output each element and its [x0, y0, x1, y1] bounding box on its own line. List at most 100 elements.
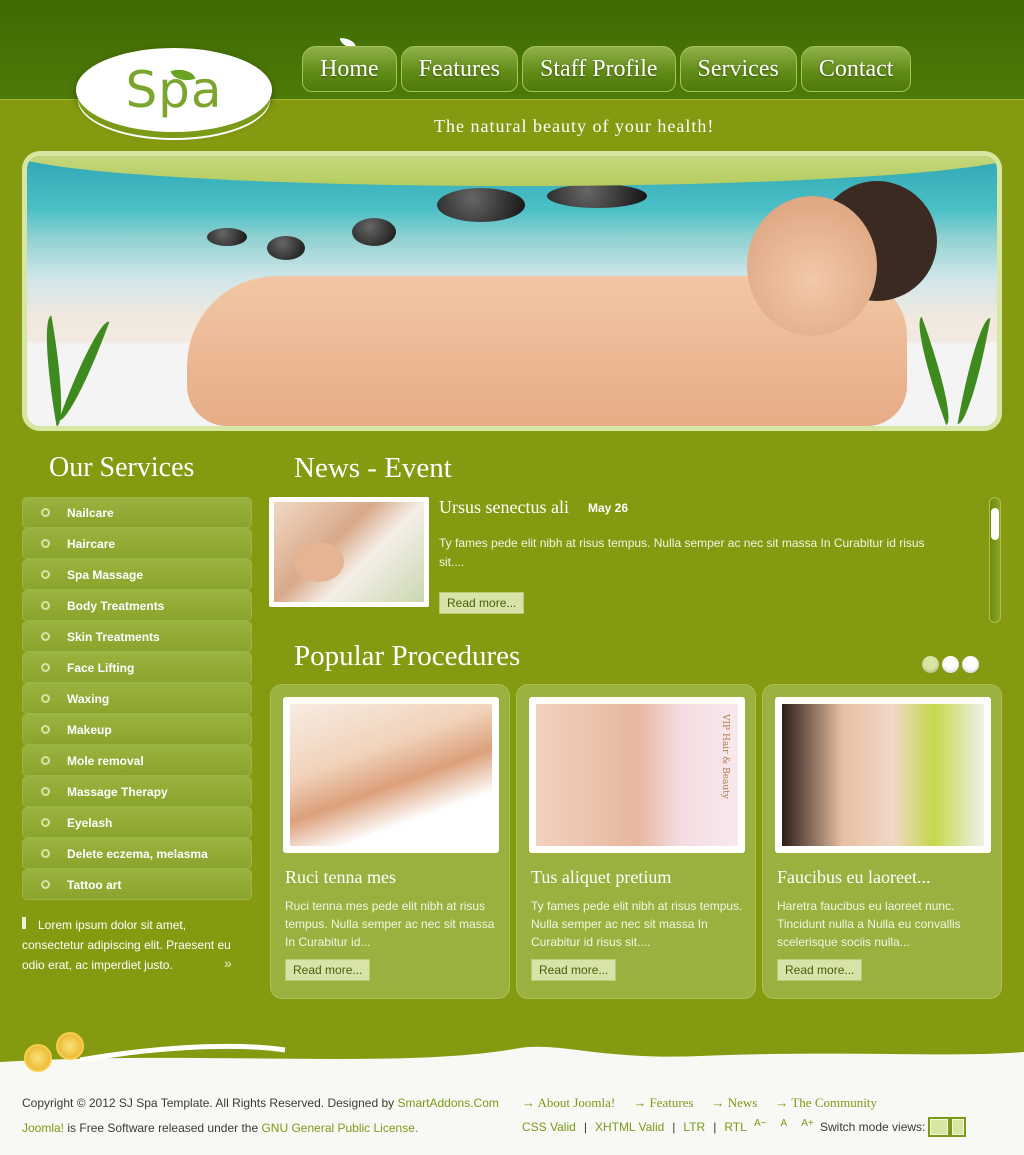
double-chevron-right-icon[interactable]: »	[224, 955, 232, 971]
site-logo[interactable]: Spa	[76, 48, 272, 132]
footer-link-news[interactable]: → News	[711, 1095, 757, 1111]
service-label: Skin Treatments	[67, 629, 160, 644]
bullet-icon	[41, 694, 50, 703]
news-thumbnail-face	[294, 542, 344, 582]
service-item-mole-removal[interactable]: Mole removal	[22, 745, 252, 776]
procedure-card: Faucibus eu laoreet... Haretra faucibus …	[762, 684, 1002, 999]
main-nav: Home Features Staff Profile Services Con…	[302, 46, 912, 92]
service-item-waxing[interactable]: Waxing	[22, 683, 252, 714]
separator: |	[583, 1120, 587, 1134]
banner-figure-head	[747, 196, 877, 336]
gnu-license-link[interactable]: GNU General Public License.	[261, 1121, 418, 1135]
sidebar-quote-text: Lorem ipsum dolor sit amet, consectetur …	[22, 918, 231, 972]
footer-link-label: News	[727, 1095, 758, 1110]
service-item-haircare[interactable]: Haircare	[22, 528, 252, 559]
news-read-more-button[interactable]: Read more...	[439, 592, 525, 614]
news-thumbnail[interactable]	[269, 497, 429, 607]
rtl-link[interactable]: RTL	[724, 1120, 746, 1134]
procedure-title[interactable]: Tus aliquet pretium	[531, 867, 671, 888]
bullet-icon	[41, 601, 50, 610]
procedure-read-more-button[interactable]: Read more...	[285, 959, 371, 981]
footer-link-label: About Joomla!	[537, 1095, 616, 1110]
hot-stone	[352, 218, 396, 246]
footer-link-label: Features	[649, 1095, 694, 1110]
procedure-image-caption: VIP Hair & Beauty	[720, 714, 730, 799]
font-reset-button[interactable]: A	[781, 1118, 788, 1129]
footer-link-features[interactable]: → Features	[633, 1095, 693, 1111]
footer-links: → About Joomla! → Features → News → The …	[522, 1095, 877, 1111]
procedure-read-more-button[interactable]: Read more...	[777, 959, 863, 981]
font-decrease-button[interactable]: A−	[754, 1118, 767, 1129]
footer-link-about-joomla[interactable]: → About Joomla!	[522, 1095, 615, 1111]
service-label: Massage Therapy	[67, 784, 168, 799]
service-item-makeup[interactable]: Makeup	[22, 714, 252, 745]
nav-item-home[interactable]: Home	[302, 46, 397, 92]
rose-flower	[56, 1032, 84, 1060]
procedure-title[interactable]: Faucibus eu laoreet...	[777, 867, 930, 888]
service-label: Face Lifting	[67, 660, 135, 675]
bullet-icon	[41, 508, 50, 517]
nav-item-staff-profile[interactable]: Staff Profile	[521, 46, 676, 92]
hot-stone	[547, 184, 647, 208]
switch-mode-buttons	[928, 1117, 966, 1137]
nav-item-features[interactable]: Features	[400, 46, 518, 92]
css-valid-link[interactable]: CSS Valid	[522, 1120, 576, 1134]
procedure-title[interactable]: Ruci tenna mes	[285, 867, 396, 888]
procedure-image[interactable]: VIP Hair & Beauty	[529, 697, 745, 853]
nav-item-contact[interactable]: Contact	[800, 46, 912, 92]
news-scrollbar[interactable]	[989, 497, 1001, 623]
quote-icon	[22, 917, 32, 929]
footer-link-label: The Community	[791, 1095, 877, 1110]
service-item-spa-massage[interactable]: Spa Massage	[22, 559, 252, 590]
service-label: Waxing	[67, 691, 110, 706]
popular-title: Popular Procedures	[294, 640, 521, 672]
service-item-face-lifting[interactable]: Face Lifting	[22, 652, 252, 683]
mobile-view-icon[interactable]	[952, 1119, 964, 1135]
pager-dot[interactable]	[922, 656, 939, 673]
hot-stone	[207, 228, 247, 246]
service-item-nailcare[interactable]: Nailcare	[22, 497, 252, 528]
hero-banner	[22, 151, 1002, 431]
service-item-body-treatments[interactable]: Body Treatments	[22, 590, 252, 621]
font-increase-button[interactable]: A+	[801, 1118, 814, 1129]
designer-link[interactable]: SmartAddons.Com	[398, 1096, 499, 1110]
pager-dot[interactable]	[942, 656, 959, 673]
bullet-icon	[41, 787, 50, 796]
service-item-delete-eczema[interactable]: Delete eczema, melasma	[22, 838, 252, 869]
service-label: Haircare	[67, 536, 116, 551]
news-date: May 26	[588, 501, 629, 515]
procedure-image-content: VIP Hair & Beauty	[536, 704, 738, 846]
license-middle: is Free Software released under the	[64, 1121, 262, 1135]
pager-dot[interactable]	[962, 656, 979, 673]
procedure-read-more-button[interactable]: Read more...	[531, 959, 617, 981]
font-sizer: A− A A+	[754, 1118, 814, 1129]
service-label: Nailcare	[67, 505, 114, 520]
service-item-massage-therapy[interactable]: Massage Therapy	[22, 776, 252, 807]
xhtml-valid-link[interactable]: XHTML Valid	[595, 1120, 664, 1134]
procedure-image[interactable]	[283, 697, 499, 853]
news-headline[interactable]: Ursus senectus ali	[439, 497, 569, 518]
switch-mode-label: Switch mode views:	[820, 1120, 926, 1134]
bullet-icon	[41, 756, 50, 765]
news-scrollbar-thumb[interactable]	[991, 508, 999, 540]
nav-item-services[interactable]: Services	[679, 46, 797, 92]
service-item-eyelash[interactable]: Eyelash	[22, 807, 252, 838]
joomla-link[interactable]: Joomla!	[22, 1121, 64, 1135]
news-title: News - Event	[294, 452, 452, 484]
footer-link-community[interactable]: → The Community	[775, 1095, 877, 1111]
banner-top-curve	[27, 156, 997, 186]
license-text: Joomla! is Free Software released under …	[22, 1121, 418, 1135]
procedure-image[interactable]	[775, 697, 991, 853]
footer-validators: CSS Valid | XHTML Valid | LTR | RTL	[522, 1120, 747, 1134]
service-label: Tattoo art	[67, 877, 122, 892]
service-label: Mole removal	[67, 753, 144, 768]
desktop-view-icon[interactable]	[930, 1119, 948, 1135]
procedure-card: Ruci tenna mes Ruci tenna mes pede elit …	[270, 684, 510, 999]
bullet-icon	[41, 849, 50, 858]
ltr-link[interactable]: LTR	[683, 1120, 705, 1134]
service-item-skin-treatments[interactable]: Skin Treatments	[22, 621, 252, 652]
service-item-tattoo-art[interactable]: Tattoo art	[22, 869, 252, 900]
bullet-icon	[41, 818, 50, 827]
rose-icon	[24, 1030, 94, 1080]
bullet-icon	[41, 570, 50, 579]
